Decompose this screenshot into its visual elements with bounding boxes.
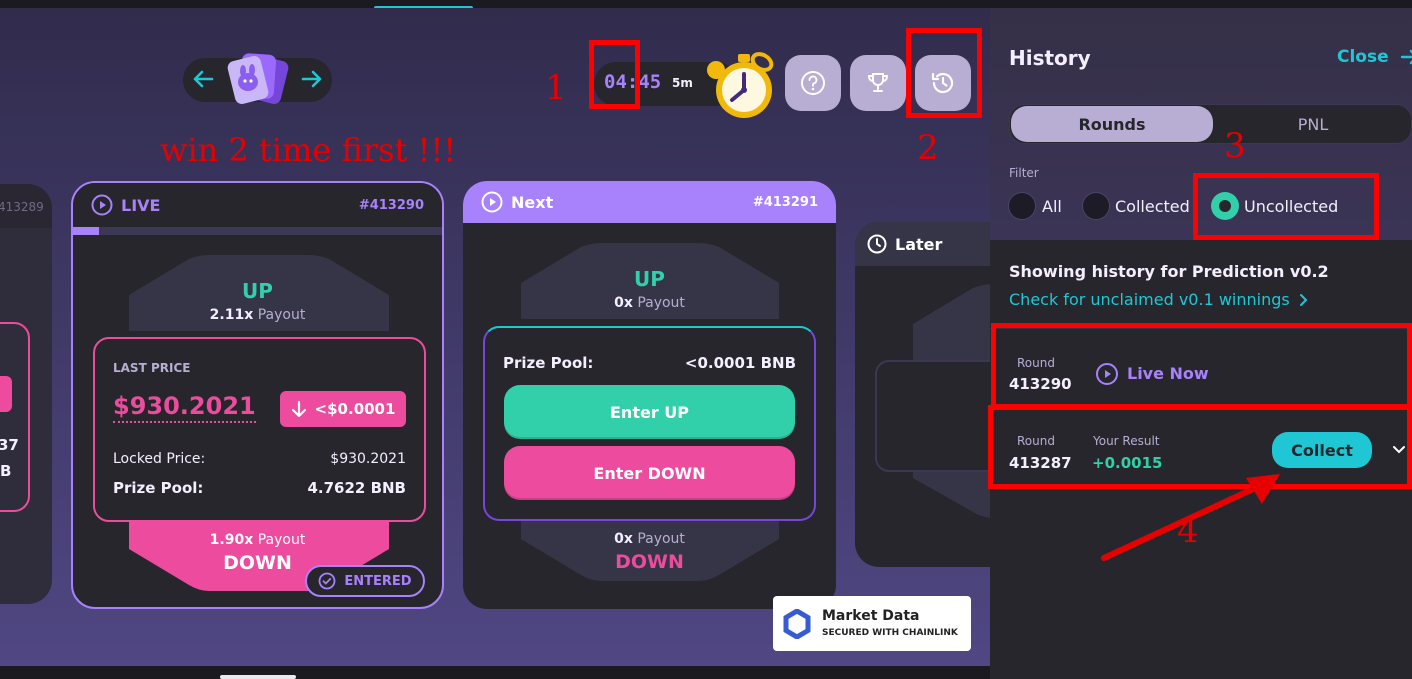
check-unclaimed-link[interactable]: Check for unclaimed v0.1 winnings (1009, 290, 1310, 309)
next-label: Next (511, 192, 554, 212)
live-label: LIVE (121, 195, 161, 215)
chainlink-title: Market Data (822, 608, 920, 624)
showing-history-text: Showing history for Prediction v0.2 (1009, 262, 1329, 281)
tab-rounds[interactable]: Rounds (1011, 106, 1213, 142)
up-payout-multiplier: 2.11x (209, 307, 254, 323)
play-circle-icon (481, 191, 503, 213)
arrow-right-icon[interactable] (298, 66, 326, 94)
up-payout: 0x Payout (463, 295, 836, 311)
up-payout-multiplier: 0x (614, 295, 633, 311)
interval-label: 5m (672, 76, 693, 90)
down-payout-multiplier: 1.90x (209, 532, 254, 548)
annotation-note: win 2 time first !!! (160, 131, 457, 169)
up-label: UP (242, 279, 273, 303)
expired-fragment-a: 37 (0, 436, 19, 454)
chevron-right-icon (1299, 293, 1308, 306)
prize-pool-label: Prize Pool: (113, 479, 204, 497)
round-progress-bar (73, 227, 442, 235)
up-payout: 2.11x Payout (73, 307, 442, 323)
expired-round-card: 413289 37 B (0, 184, 52, 604)
entered-label: ENTERED (344, 573, 412, 589)
locked-price-value: $930.2021 (330, 451, 406, 467)
down-label: DOWN (615, 551, 684, 573)
chainlink-badge[interactable]: Market Data SECURED WITH CHAINLINK (773, 596, 971, 651)
next-card-header: Next #413291 (463, 181, 836, 223)
down-payout-multiplier: 0x (614, 531, 633, 547)
annotation-arrow (1101, 474, 1280, 561)
check-unclaimed-label: Check for unclaimed v0.1 winnings (1009, 290, 1290, 309)
enter-up-button[interactable]: Enter UP (504, 385, 795, 439)
clock-icon (867, 234, 887, 254)
later-round-card: Later (855, 222, 990, 567)
play-circle-icon (91, 194, 113, 216)
annotation-box-live-row (991, 323, 1412, 409)
arrow-left-icon[interactable] (189, 66, 217, 94)
annotation-number-1: 1 (545, 68, 567, 108)
up-payout-word: Payout (257, 307, 306, 323)
live-round-id: #413290 (358, 197, 424, 213)
prize-pool-label: Prize Pool: (503, 354, 594, 372)
chainlink-logo-icon (783, 609, 811, 639)
later-label: Later (895, 234, 943, 254)
top-bar (0, 0, 1412, 8)
down-payout: 0x Payout (463, 531, 836, 547)
help-button[interactable] (785, 55, 841, 111)
question-circle-icon (801, 71, 825, 95)
alarm-clock-icon (698, 48, 778, 122)
price-change-value: <$0.0001 (314, 400, 396, 418)
close-button[interactable]: Close (1337, 46, 1412, 68)
down-payout-word: Payout (257, 532, 306, 548)
pair-selector (183, 53, 332, 104)
prize-pool-value: 4.7622 BNB (307, 479, 406, 497)
annotation-box-history (906, 28, 982, 118)
bunny-cards-logo[interactable] (221, 44, 295, 116)
enter-panel: Prize Pool: <0.0001 BNB Enter UP Enter D… (483, 326, 816, 521)
close-label: Close (1337, 47, 1389, 67)
up-payout-word: Payout (637, 295, 685, 311)
price-panel: LAST PRICE $930.2021 <$0.0001 Locked Pri… (93, 337, 426, 522)
history-tabs: Rounds PNL (1009, 104, 1412, 144)
annotation-number-2: 2 (917, 128, 939, 168)
down-payout-word: Payout (637, 531, 685, 547)
bottom-bar (0, 666, 990, 679)
price-change-badge: <$0.0001 (280, 391, 406, 427)
bottom-tab-indicator (220, 675, 296, 679)
later-panel (875, 360, 990, 472)
live-round-card: LIVE #413290 UP 2.11x Payout 1.90x Payou… (71, 181, 444, 609)
annotation-box-uncollected (1193, 173, 1379, 240)
check-circle-icon (318, 572, 336, 590)
arrow-down-icon (291, 400, 306, 418)
entered-badge: ENTERED (305, 565, 425, 597)
annotation-number-3: 3 (1224, 126, 1246, 166)
expired-round-id: 413289 (0, 200, 44, 214)
annotation-box-timer (589, 40, 640, 109)
expired-fragment-b: B (0, 462, 12, 480)
filter-collected-radio[interactable] (1082, 192, 1110, 220)
filter-label: Filter (1009, 166, 1039, 180)
next-round-card: Next #413291 UP 0x Payout 0x Payout DOWN… (463, 181, 836, 609)
chainlink-subtitle: SECURED WITH CHAINLINK (822, 628, 958, 638)
live-card-header: LIVE #413290 (73, 183, 442, 227)
filter-all-radio[interactable] (1008, 192, 1036, 220)
filter-all-label[interactable]: All (1042, 197, 1062, 216)
history-title: History (1009, 46, 1091, 70)
up-label: UP (634, 267, 665, 291)
later-card-header: Later (855, 222, 990, 266)
filter-collected-label[interactable]: Collected (1115, 197, 1190, 216)
arrow-right-icon (1400, 49, 1412, 65)
leaderboard-button[interactable] (850, 55, 906, 111)
enter-down-button[interactable]: Enter DOWN (504, 446, 795, 500)
last-price-label: LAST PRICE (113, 361, 191, 375)
trophy-icon (867, 73, 889, 92)
next-round-id: #413291 (752, 194, 818, 210)
last-price-value: $930.2021 (113, 391, 256, 423)
down-payout: 1.90x Payout (73, 532, 442, 548)
locked-price-label: Locked Price: (113, 451, 206, 467)
prize-pool-value: <0.0001 BNB (684, 354, 796, 372)
prediction-stage: 04:45 5m win 2 time first !!! 413289 37 … (0, 8, 990, 666)
later-up-shape (913, 284, 990, 360)
